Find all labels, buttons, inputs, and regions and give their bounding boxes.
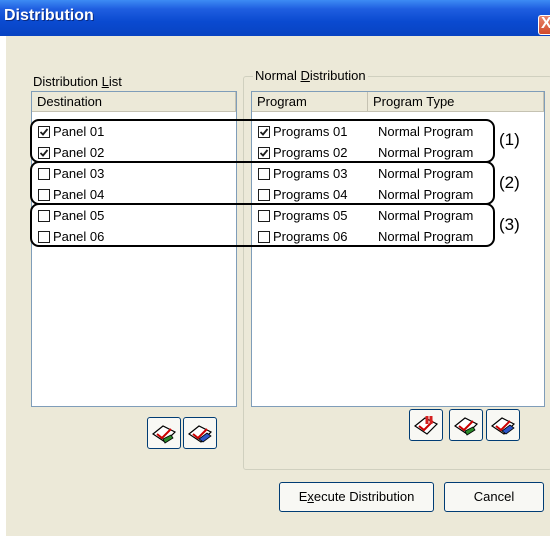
unchecked-checkbox[interactable]: [258, 168, 270, 180]
destination-label: Panel 04: [53, 187, 105, 202]
destination-row[interactable]: Panel 05: [32, 206, 236, 227]
clear-all-icon: [490, 417, 516, 435]
checked-checkbox[interactable]: [258, 147, 270, 159]
left-check-all-button[interactable]: [147, 417, 181, 449]
unchecked-checkbox[interactable]: [258, 231, 270, 243]
checked-checkbox[interactable]: [258, 126, 270, 138]
destination-list[interactable]: Destination Panel 01 Panel 02 Panel 03 Pane…: [31, 91, 237, 407]
close-icon: X: [541, 16, 550, 33]
unchecked-checkbox[interactable]: [38, 189, 50, 201]
program-type-column-header[interactable]: Program Type: [368, 92, 544, 112]
destination-label: Panel 05: [53, 208, 105, 223]
destination-label: Panel 03: [53, 166, 105, 181]
group-marker-3: (3): [499, 215, 520, 234]
check-all-icon: [453, 417, 479, 436]
unchecked-checkbox[interactable]: [38, 168, 50, 180]
check-all-icon: [151, 425, 177, 444]
program-type: Normal Program: [378, 124, 474, 139]
unchecked-checkbox[interactable]: [38, 210, 50, 222]
checkmark-icon: [39, 128, 49, 136]
program-name: Programs 02: [273, 145, 348, 160]
destination-row[interactable]: Panel 02: [32, 143, 236, 164]
program-type: Normal Program: [378, 187, 474, 202]
close-button[interactable]: X: [538, 15, 550, 35]
group-marker-1: (1): [499, 130, 520, 149]
destination-label: Panel 01: [53, 124, 105, 139]
program-column-header[interactable]: Program: [252, 92, 368, 112]
destination-row[interactable]: Panel 04: [32, 185, 236, 206]
destination-row[interactable]: Panel 06: [32, 227, 236, 248]
checkmark-icon: [39, 149, 49, 157]
destination-row[interactable]: Panel 03: [32, 164, 236, 185]
right-clear-all-button[interactable]: [486, 409, 520, 441]
execute-distribution-button[interactable]: Execute Distribution: [279, 482, 434, 512]
program-name: Programs 04: [273, 187, 348, 202]
program-name: Programs 01: [273, 124, 348, 139]
dialog-title: Distribution: [4, 7, 94, 24]
destination-column-header[interactable]: Destination: [32, 92, 236, 112]
unchecked-checkbox[interactable]: [258, 210, 270, 222]
program-type: Normal Program: [378, 229, 474, 244]
unchecked-checkbox[interactable]: [258, 189, 270, 201]
distribution-list-label: Distribution List: [33, 74, 122, 89]
open-program-button[interactable]: [409, 409, 443, 441]
program-type: Normal Program: [378, 208, 474, 223]
program-name: Programs 03: [273, 166, 348, 181]
group-marker-2: (2): [499, 173, 520, 192]
program-name: Programs 06: [273, 229, 348, 244]
destination-label: Panel 06: [53, 229, 105, 244]
unchecked-checkbox[interactable]: [38, 231, 50, 243]
open-program-icon: [413, 416, 439, 435]
title-bar[interactable]: Distribution X: [0, 0, 550, 36]
checked-checkbox[interactable]: [38, 126, 50, 138]
right-check-all-button[interactable]: [449, 409, 483, 441]
program-type: Normal Program: [378, 166, 474, 181]
program-type: Normal Program: [378, 145, 474, 160]
checkmark-icon: [259, 128, 269, 136]
distribution-dialog: Distribution X Distribution List Destina…: [0, 0, 550, 536]
dialog-body: Distribution List Destination Panel 01 Pa…: [6, 36, 550, 536]
checked-checkbox[interactable]: [38, 147, 50, 159]
checkmark-icon: [259, 149, 269, 157]
normal-distribution-label: Normal Distribution: [253, 68, 368, 83]
program-name: Programs 05: [273, 208, 348, 223]
cancel-button[interactable]: Cancel: [444, 482, 544, 512]
destination-label: Panel 02: [53, 145, 105, 160]
left-clear-all-button[interactable]: [183, 417, 217, 449]
destination-row[interactable]: Panel 01: [32, 122, 236, 143]
clear-all-icon: [187, 425, 213, 443]
